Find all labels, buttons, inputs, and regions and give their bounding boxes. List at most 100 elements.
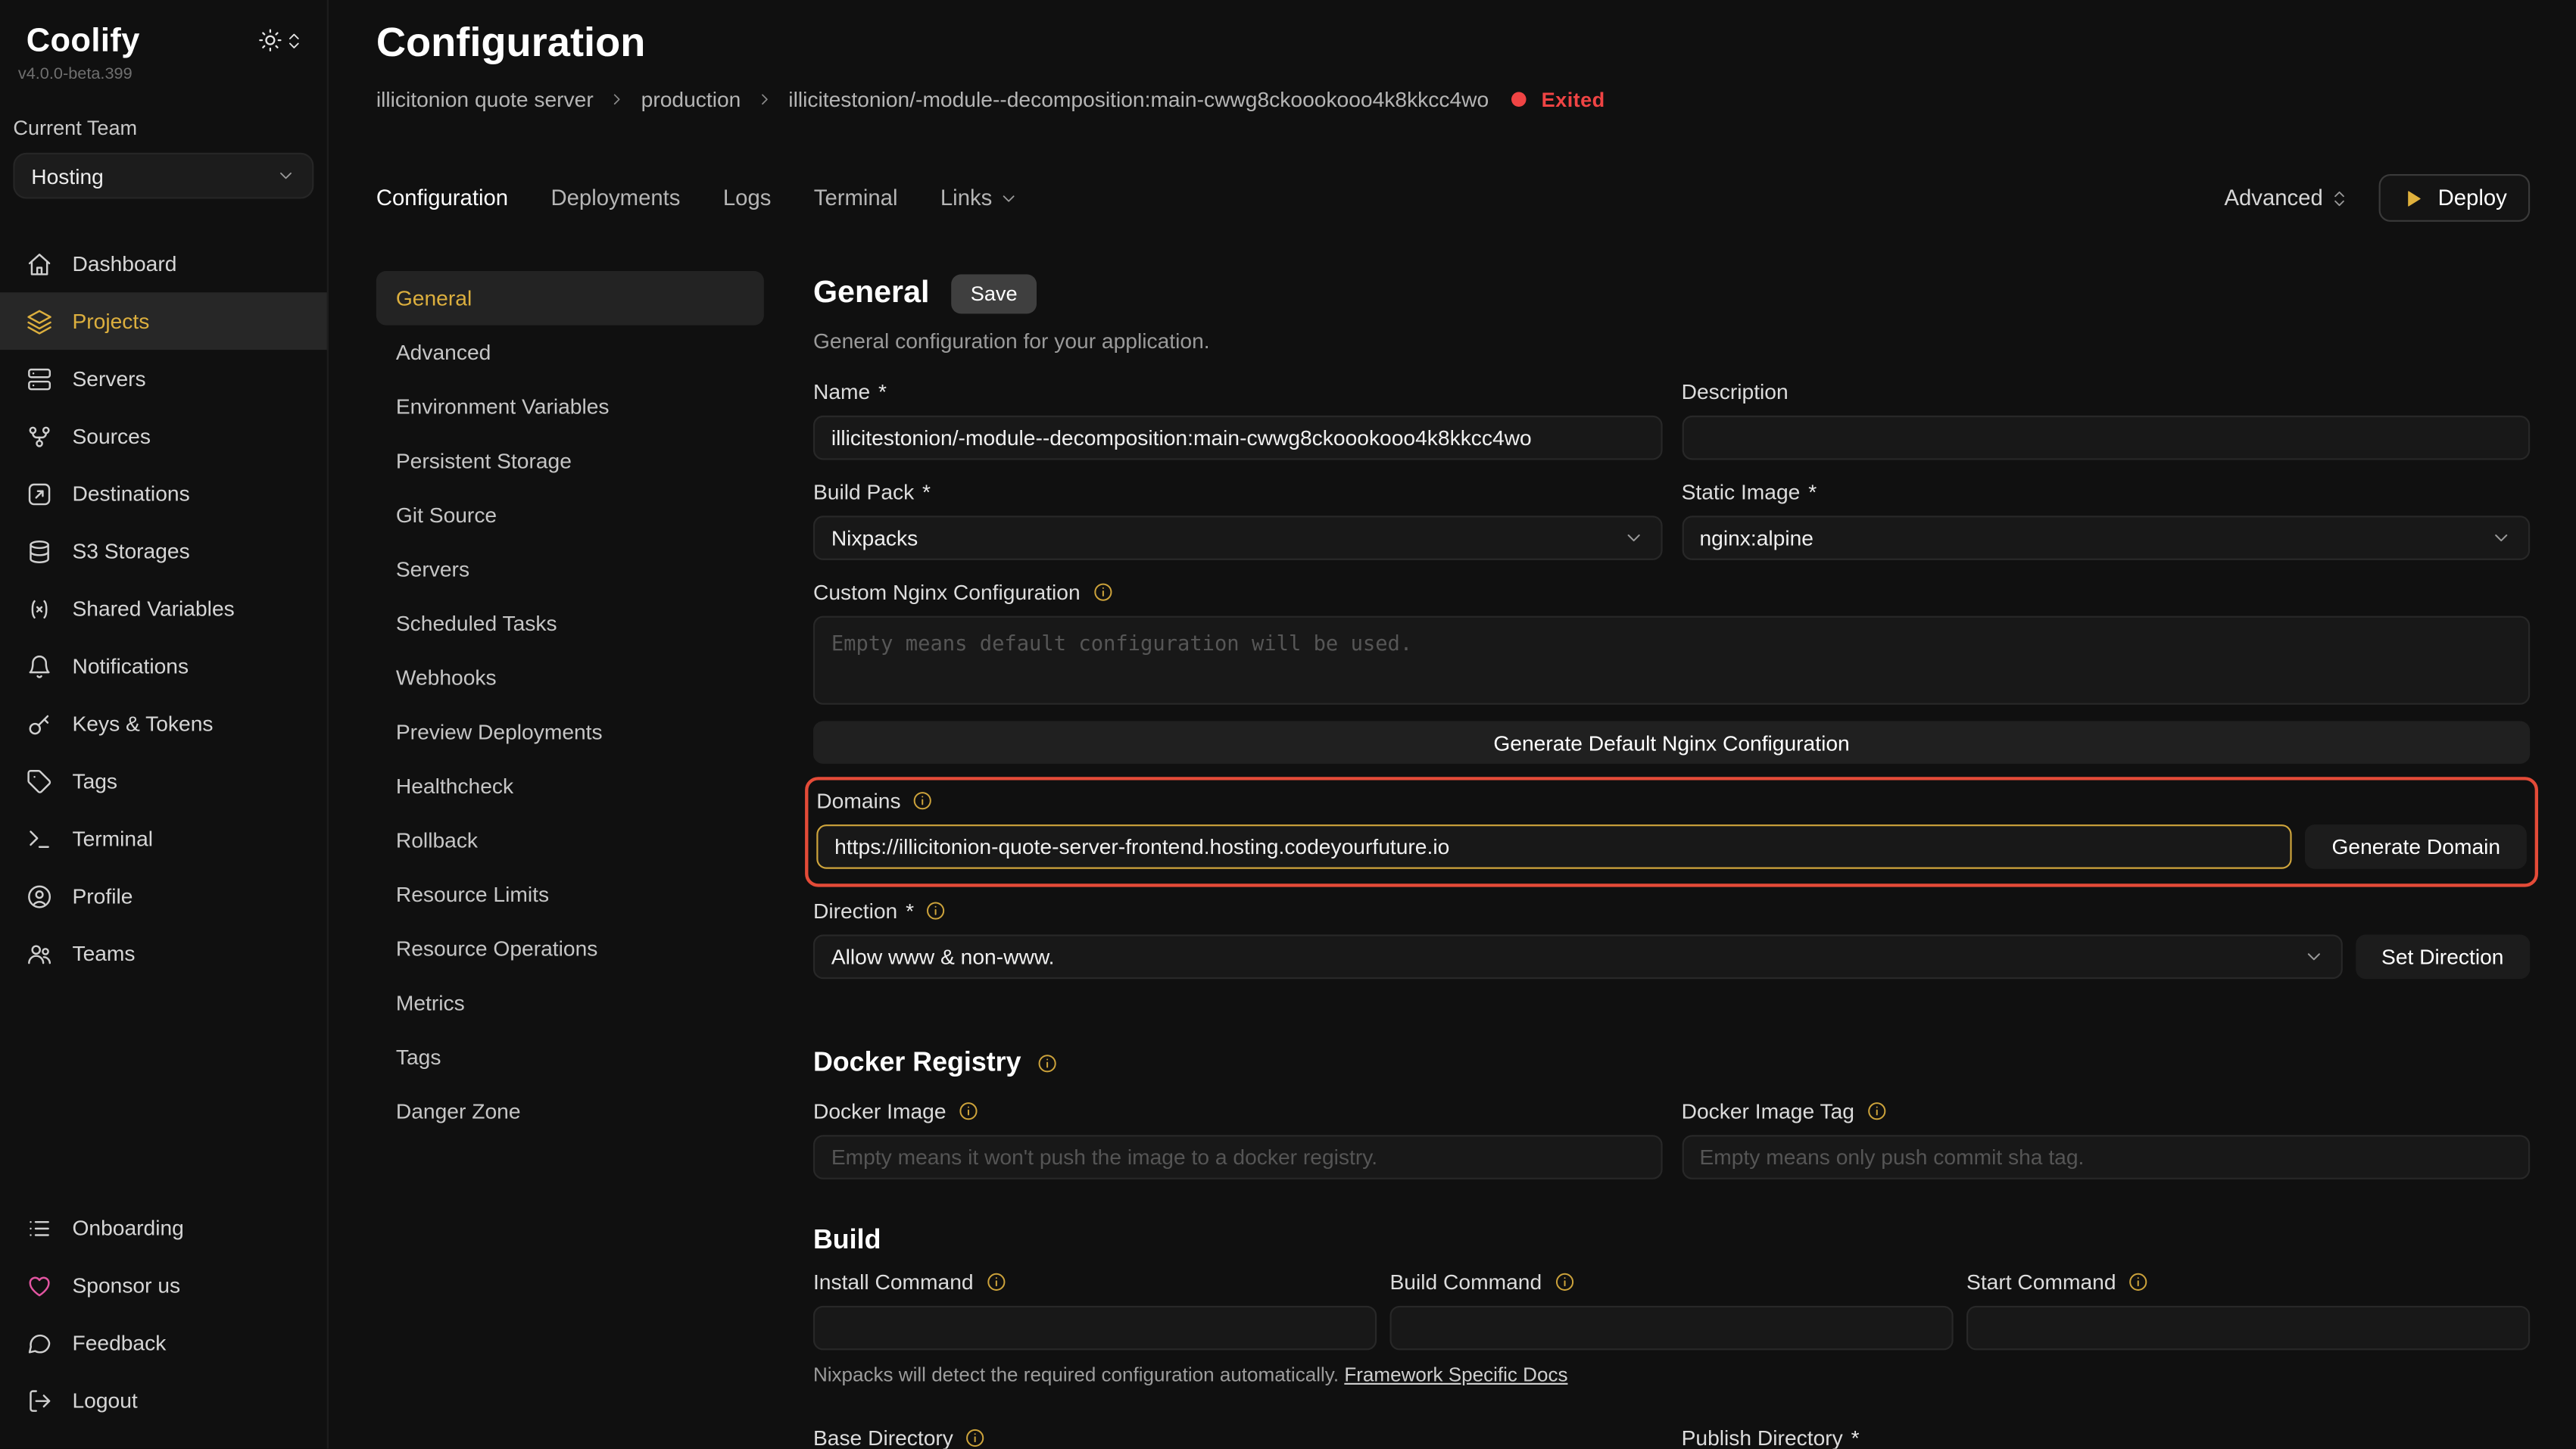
breadcrumb-application[interactable]: illicitestonion/-module--decomposition:m… [788, 87, 1489, 112]
build-pack-label: Build Pack * [813, 480, 1662, 505]
chevron-down-icon [2303, 946, 2324, 968]
theme-toggle[interactable] [258, 28, 304, 53]
info-icon[interactable] [965, 1427, 986, 1448]
config-nav-persistent-storage[interactable]: Persistent Storage [376, 434, 764, 488]
tab-terminal[interactable]: Terminal [814, 185, 898, 210]
sidebar-item-teams[interactable]: Teams [0, 924, 327, 982]
app-logo: Coolify [27, 23, 140, 61]
brand-row: Coolify [0, 23, 327, 61]
config-nav-rollback[interactable]: Rollback [376, 813, 764, 868]
config-nav-preview-deployments[interactable]: Preview Deployments [376, 705, 764, 759]
sidebar-item-feedback[interactable]: Feedback [0, 1314, 327, 1372]
docker-image-tag-input[interactable] [1682, 1135, 2531, 1179]
tab-links[interactable]: Links [940, 185, 1018, 210]
sidebar-item-projects[interactable]: Projects [0, 292, 327, 350]
config-nav-metrics[interactable]: Metrics [376, 976, 764, 1030]
chevron-down-icon [2490, 527, 2512, 548]
sidebar-item-destinations[interactable]: Destinations [0, 465, 327, 522]
play-icon [2402, 186, 2425, 209]
info-icon[interactable] [1092, 581, 1113, 603]
info-icon[interactable] [912, 790, 934, 812]
save-button[interactable]: Save [951, 274, 1037, 313]
general-section-title: General [813, 276, 930, 312]
sidebar-item-label: Sources [72, 424, 150, 449]
sidebar-item-shared-variables[interactable]: Shared Variables [0, 580, 327, 637]
generate-nginx-button[interactable]: Generate Default Nginx Configuration [813, 721, 2530, 763]
coolify-app: Coolify v4.0.0-beta.399 Current Team Hos… [0, 0, 2576, 1449]
sidebar-item-profile[interactable]: Profile [0, 868, 327, 925]
sidebar-item-s3-storages[interactable]: S3 Storages [0, 522, 327, 580]
tab-logs[interactable]: Logs [723, 185, 772, 210]
config-nav-healthcheck[interactable]: Healthcheck [376, 759, 764, 813]
config-nav-scheduled-tasks[interactable]: Scheduled Tasks [376, 597, 764, 651]
required-asterisk: * [1851, 1426, 1860, 1448]
config-nav-webhooks[interactable]: Webhooks [376, 650, 764, 705]
git-branch-icon [27, 423, 53, 450]
breadcrumb-project[interactable]: illicitonion quote server [376, 87, 594, 112]
build-command-label: Build Command [1389, 1270, 1953, 1295]
sidebar-item-tags[interactable]: Tags [0, 753, 327, 810]
config-nav-advanced[interactable]: Advanced [376, 326, 764, 380]
general-section-head: General Save [813, 274, 2530, 313]
info-icon[interactable] [1866, 1101, 1887, 1122]
nixpacks-hint: Nixpacks will detect the required config… [813, 1363, 2530, 1386]
framework-docs-link[interactable]: Framework Specific Docs [1344, 1363, 1567, 1386]
description-input[interactable] [1682, 416, 2531, 460]
config-nav-resource-operations[interactable]: Resource Operations [376, 921, 764, 976]
sidebar-item-logout[interactable]: Logout [0, 1372, 327, 1429]
config-nav-git-source[interactable]: Git Source [376, 488, 764, 542]
static-image-select[interactable]: nginx:alpine [1682, 516, 2531, 560]
sidebar-item-dashboard[interactable]: Dashboard [0, 235, 327, 292]
install-command-input[interactable] [813, 1306, 1377, 1351]
name-label: Name * [813, 379, 1662, 404]
chevron-right-icon [608, 90, 626, 108]
info-icon[interactable] [985, 1271, 1006, 1292]
advanced-dropdown[interactable]: Advanced [2224, 185, 2349, 210]
config-nav-resource-limits[interactable]: Resource Limits [376, 868, 764, 922]
chat-icon [27, 1329, 53, 1356]
tab-configuration[interactable]: Configuration [376, 185, 508, 210]
info-icon[interactable] [925, 900, 947, 921]
start-command-input[interactable] [1966, 1306, 2530, 1351]
sidebar-item-label: Keys & Tokens [72, 711, 213, 736]
docker-image-input[interactable] [813, 1135, 1662, 1179]
sidebar-item-label: Servers [72, 366, 145, 391]
config-nav-danger-zone[interactable]: Danger Zone [376, 1084, 764, 1139]
tabbar-right: Advanced Deploy [2224, 174, 2530, 222]
sidebar-item-notifications[interactable]: Notifications [0, 637, 327, 695]
sidebar-item-sources[interactable]: Sources [0, 407, 327, 465]
config-nav-environment-variables[interactable]: Environment Variables [376, 379, 764, 434]
build-pack-select[interactable]: Nixpacks [813, 516, 1662, 560]
tab-deployments[interactable]: Deployments [550, 185, 680, 210]
info-icon[interactable] [2128, 1271, 2149, 1292]
sidebar-item-servers[interactable]: Servers [0, 350, 327, 407]
sidebar-item-onboarding[interactable]: Onboarding [0, 1199, 327, 1257]
name-input[interactable] [813, 416, 1662, 460]
database-icon [27, 538, 53, 565]
set-direction-button[interactable]: Set Direction [2355, 935, 2530, 980]
build-command-input[interactable] [1389, 1306, 1953, 1351]
info-icon[interactable] [958, 1101, 979, 1122]
deploy-button[interactable]: Deploy [2379, 174, 2531, 222]
generate-domain-button[interactable]: Generate Domain [2306, 824, 2527, 869]
sidebar-item-terminal[interactable]: Terminal [0, 810, 327, 868]
info-icon[interactable] [1553, 1271, 1574, 1292]
nginx-config-textarea[interactable] [813, 616, 2530, 705]
direction-select[interactable]: Allow www & non-www. [813, 935, 2342, 980]
chevron-down-icon [1622, 527, 1643, 548]
config-nav-general[interactable]: General [376, 271, 764, 326]
team-select[interactable]: Hosting [13, 153, 313, 199]
info-icon[interactable] [1036, 1053, 1057, 1074]
description-label: Description [1682, 379, 2531, 404]
domains-input[interactable] [816, 824, 2292, 869]
config-nav-tags[interactable]: Tags [376, 1030, 764, 1084]
sidebar-item-label: Teams [72, 941, 135, 966]
required-asterisk: * [906, 899, 914, 924]
configuration-content: General Advanced Environment Variables P… [376, 271, 2530, 1449]
config-nav-servers[interactable]: Servers [376, 542, 764, 597]
users-icon [27, 940, 53, 967]
sidebar-item-keys-tokens[interactable]: Keys & Tokens [0, 695, 327, 753]
install-command-field: Install Command [813, 1270, 1377, 1350]
breadcrumb-environment[interactable]: production [641, 87, 741, 112]
sidebar-item-sponsor-us[interactable]: Sponsor us [0, 1257, 327, 1314]
